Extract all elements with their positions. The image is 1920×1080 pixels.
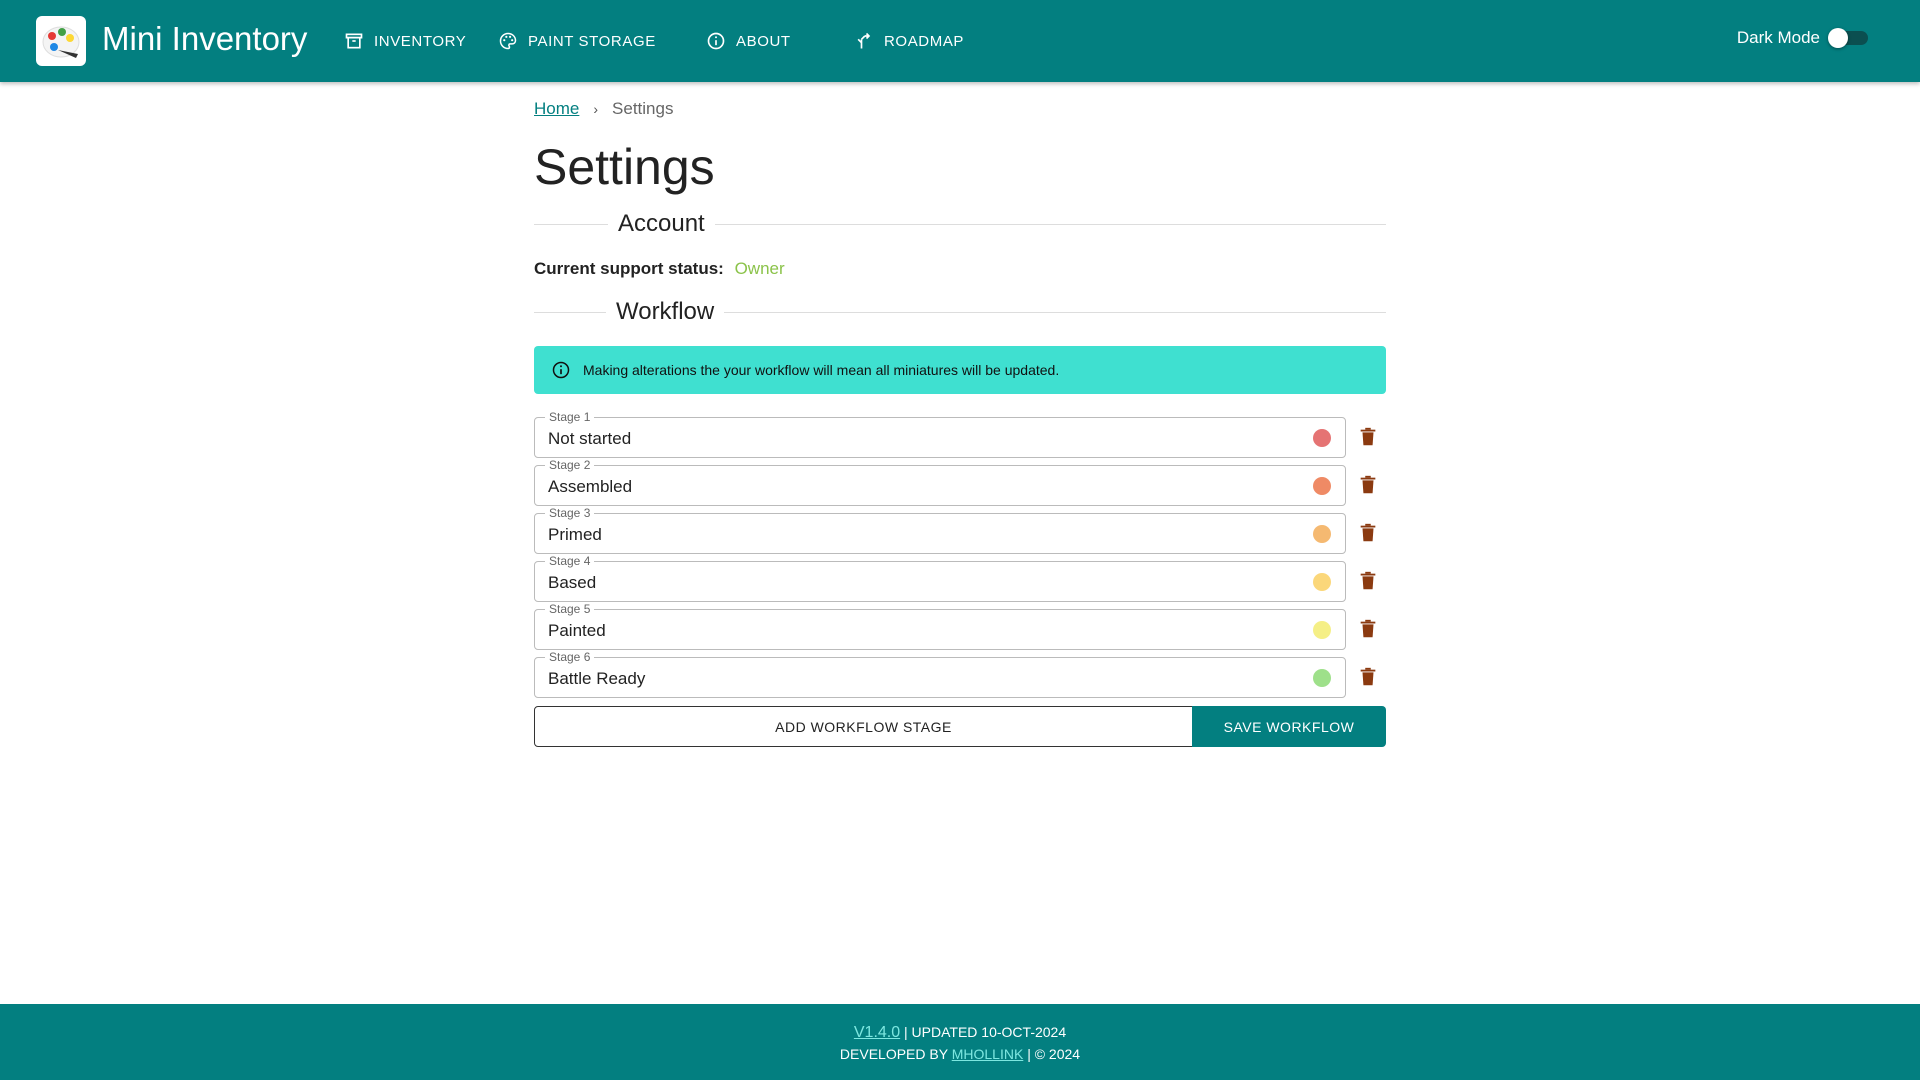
nav-roadmap-label: ROADMAP	[884, 32, 965, 50]
divider-line	[534, 311, 606, 313]
support-status-label: Current support status:	[534, 259, 724, 278]
account-divider: Account	[534, 210, 1386, 238]
trash-icon[interactable]	[1357, 618, 1379, 640]
workflow-stage-row: Stage 1 Not started	[534, 410, 1386, 458]
palette-icon	[499, 32, 517, 50]
nav-inventory-label: INVENTORY	[374, 32, 467, 50]
workflow-section-title: Workflow	[616, 298, 715, 325]
breadcrumb-separator-icon: ›	[593, 101, 599, 117]
palette-color-picker-icon[interactable]	[1313, 477, 1331, 495]
app-bar: Mini Inventory INVENTORY PAINT STORAGE A…	[0, 0, 1920, 82]
palette-color-picker-icon[interactable]	[1313, 429, 1331, 447]
author-link[interactable]: MHOLLINK	[952, 1046, 1024, 1062]
updated-text: | UPDATED 10-OCT-2024	[904, 1024, 1067, 1040]
info-icon	[552, 361, 570, 379]
account-section-title: Account	[618, 210, 705, 237]
breadcrumb-current: Settings	[612, 99, 674, 118]
nav-paint-storage-label: PAINT STORAGE	[528, 32, 656, 50]
nav-about-label: ABOUT	[736, 32, 791, 50]
fork-arrow-icon	[857, 32, 871, 49]
support-status: Current support status: Owner	[534, 259, 785, 279]
stage-value: Not started	[548, 429, 632, 448]
breadcrumb: Home › Settings	[534, 99, 673, 119]
stage-input[interactable]: Stage 4 Based	[534, 554, 1346, 602]
info-icon	[707, 32, 725, 50]
nav-paint-storage[interactable]: PAINT STORAGE	[498, 28, 656, 54]
dark-mode-toggle[interactable]	[1828, 28, 1868, 48]
stage-legend: Stage 5	[545, 602, 595, 616]
trash-icon[interactable]	[1357, 426, 1379, 448]
stage-value: Based	[548, 573, 597, 592]
save-workflow-button[interactable]: SAVE WORKFLOW	[1192, 706, 1386, 747]
page-title: Settings	[534, 139, 715, 195]
trash-icon[interactable]	[1357, 522, 1379, 544]
divider-line	[534, 223, 608, 225]
support-status-value: Owner	[734, 259, 785, 278]
palette-color-picker-icon[interactable]	[1313, 669, 1331, 687]
stage-value: Battle Ready	[548, 669, 646, 688]
palette-color-picker-icon[interactable]	[1313, 621, 1331, 639]
stage-input[interactable]: Stage 2 Assembled	[534, 458, 1346, 506]
stage-legend: Stage 3	[545, 506, 595, 520]
stage-legend: Stage 1	[545, 410, 595, 424]
archive-box-icon	[345, 33, 363, 49]
nav-roadmap[interactable]: ROADMAP	[854, 28, 964, 54]
developed-by-text: DEVELOPED BY	[839, 1046, 948, 1062]
divider-line	[714, 223, 1386, 225]
dark-mode-label: Dark Mode	[1736, 28, 1820, 47]
footer: V1.4.0 | UPDATED 10-OCT-2024 DEVELOPED B…	[0, 1004, 1920, 1080]
breadcrumb-home-link[interactable]: Home	[534, 99, 579, 119]
trash-icon[interactable]	[1357, 474, 1379, 496]
stage-legend: Stage 2	[545, 458, 595, 472]
trash-icon[interactable]	[1357, 570, 1379, 592]
workflow-stage-row: Stage 6 Battle Ready	[534, 650, 1386, 698]
stage-input[interactable]: Stage 1 Not started	[534, 410, 1346, 458]
palette-color-picker-icon[interactable]	[1313, 573, 1331, 591]
nav-inventory[interactable]: INVENTORY	[344, 28, 466, 54]
copyright-text: | © 2024	[1027, 1046, 1081, 1062]
palette-color-picker-icon[interactable]	[1313, 525, 1331, 543]
stage-input[interactable]: Stage 5 Painted	[534, 602, 1346, 650]
stage-value: Assembled	[548, 477, 633, 496]
stage-legend: Stage 4	[545, 554, 595, 568]
stage-input[interactable]: Stage 3 Primed	[534, 506, 1346, 554]
app-title[interactable]: Mini Inventory	[102, 20, 307, 58]
alert-text: Making alterations the your workflow wil…	[583, 362, 1060, 378]
stage-value: Primed	[548, 525, 602, 544]
trash-icon[interactable]	[1357, 666, 1379, 688]
workflow-stage-row: Stage 2 Assembled	[534, 458, 1386, 506]
workflow-stage-row: Stage 3 Primed	[534, 506, 1386, 554]
toggle-knob	[1828, 28, 1848, 48]
workflow-divider: Workflow	[534, 298, 1386, 326]
stage-legend: Stage 6	[545, 650, 595, 664]
nav-about[interactable]: ABOUT	[706, 28, 791, 54]
divider-line	[724, 311, 1386, 313]
stage-input[interactable]: Stage 6 Battle Ready	[534, 650, 1346, 698]
workflow-info-alert: Making alterations the your workflow wil…	[534, 346, 1386, 394]
footer-version-line: V1.4.0 | UPDATED 10-OCT-2024	[0, 1024, 1920, 1042]
workflow-stage-row: Stage 5 Painted	[534, 602, 1386, 650]
add-workflow-stage-button[interactable]: ADD WORKFLOW STAGE	[534, 706, 1193, 747]
dark-mode-control: Dark Mode	[1737, 28, 1868, 48]
palette-logo-icon	[42, 26, 80, 58]
stage-value: Painted	[548, 621, 606, 640]
workflow-stage-row: Stage 4 Based	[534, 554, 1386, 602]
version-link[interactable]: V1.4.0	[854, 1024, 900, 1041]
app-logo[interactable]	[36, 16, 86, 66]
footer-credit-line: DEVELOPED BY MHOLLINK | © 2024	[0, 1046, 1920, 1062]
